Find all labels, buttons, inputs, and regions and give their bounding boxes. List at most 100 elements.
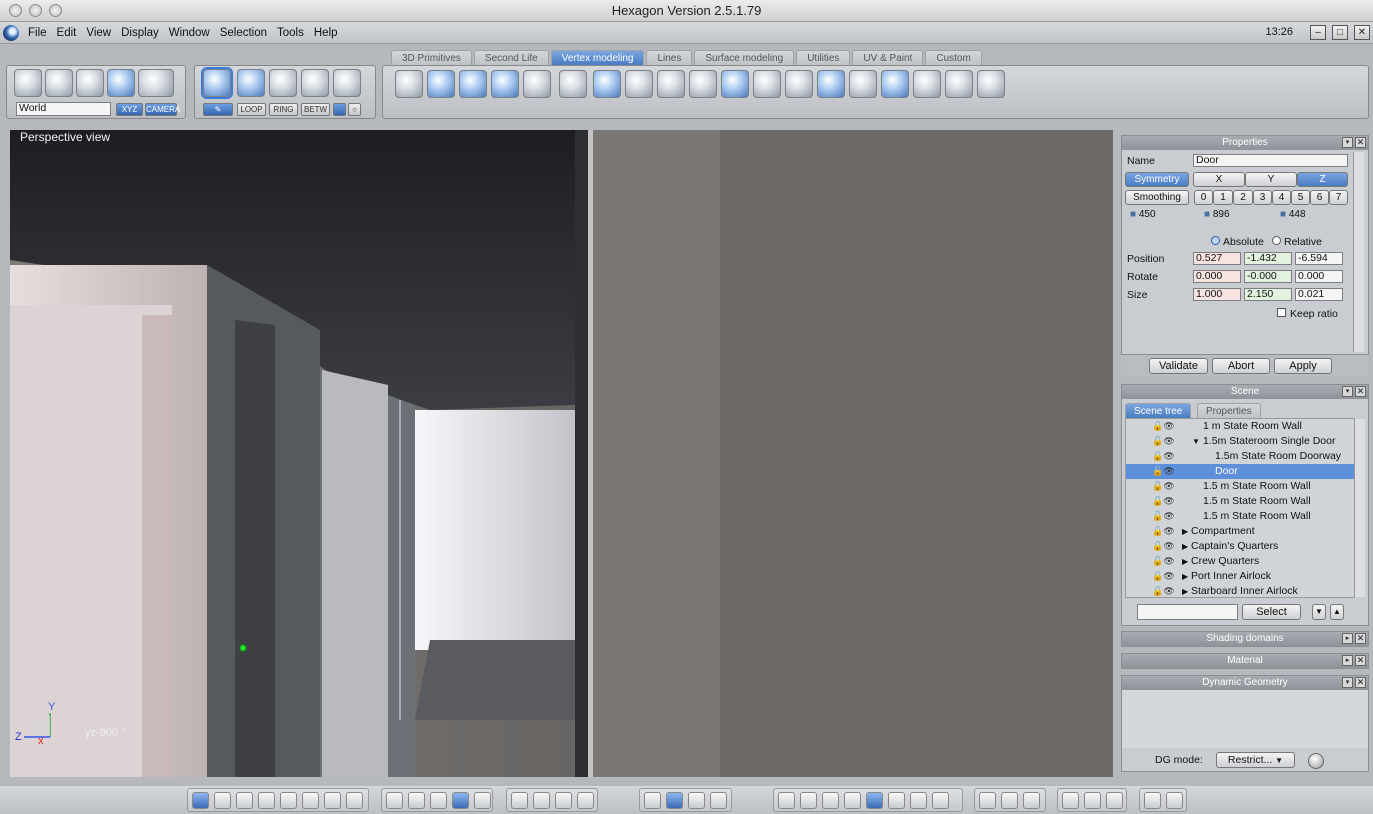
rotate-x-field[interactable]: 0.000 <box>1193 270 1241 283</box>
inset-icon[interactable] <box>523 70 551 98</box>
position-y-field[interactable]: -1.432 <box>1244 252 1292 265</box>
tree-item-selected[interactable]: 🔓👁 Door <box>1126 464 1354 479</box>
properties-scrollbar[interactable] <box>1353 152 1364 352</box>
smooth-wire-icon[interactable] <box>844 792 861 809</box>
slice-icon[interactable] <box>559 70 587 98</box>
sym-y-button[interactable]: Y <box>1245 172 1297 187</box>
vertical-split-icon[interactable] <box>346 792 363 809</box>
name-field[interactable]: Door <box>1193 154 1348 167</box>
dissolve-icon[interactable] <box>849 70 877 98</box>
camera-icon[interactable] <box>1166 792 1183 809</box>
expand-triangle-icon[interactable]: ▶ <box>1182 554 1188 569</box>
textured-icon[interactable] <box>888 792 905 809</box>
tree-item[interactable]: 🔓👁 ▶ Port Inner Airlock <box>1126 569 1354 584</box>
tree-item[interactable]: 🔓👁 ▶ Captain's Quarters <box>1126 539 1354 554</box>
weld-icon[interactable] <box>625 70 653 98</box>
sym-z-button[interactable]: Z <box>1297 172 1348 187</box>
paint-tool-icon[interactable] <box>913 70 941 98</box>
brush-select-icon[interactable]: ✎ <box>203 103 233 116</box>
dg-mode-select[interactable]: Restrict... ▼ <box>1216 752 1295 768</box>
position-z-field[interactable]: -6.594 <box>1295 252 1343 265</box>
smoothing-5[interactable]: 5 <box>1291 190 1310 205</box>
tessellate-icon[interactable] <box>593 70 621 98</box>
axis-icon[interactable] <box>644 792 661 809</box>
split-view-b-icon[interactable] <box>302 792 319 809</box>
menu-display[interactable]: Display <box>116 27 164 39</box>
loop-button[interactable]: LOOP <box>237 103 266 116</box>
rotate-z-field[interactable]: 0.000 <box>1295 270 1343 283</box>
extrude-icon[interactable] <box>395 70 423 98</box>
close-icon[interactable]: ✕ <box>1355 677 1366 688</box>
expand-triangle-icon[interactable]: ▶ <box>1182 524 1188 539</box>
expand-triangle-icon[interactable]: ▶ <box>1182 569 1188 584</box>
expand-triangle-icon[interactable]: ▶ <box>1182 584 1188 597</box>
tab-second-life[interactable]: Second Life <box>473 50 549 65</box>
tab-3d-primitives[interactable]: 3D Primitives <box>391 50 472 65</box>
close-icon[interactable]: ✕ <box>1355 633 1366 644</box>
size-z-field[interactable]: 0.021 <box>1295 288 1343 301</box>
close-window-icon[interactable] <box>9 4 22 17</box>
select-vertex-icon[interactable] <box>301 69 329 97</box>
collapse-icon[interactable]: ▾ <box>1342 386 1353 397</box>
universal-manipulator-icon[interactable] <box>138 69 174 97</box>
eye-icon[interactable] <box>577 792 594 809</box>
quad-view-icon[interactable] <box>214 792 231 809</box>
cube-tool-icon[interactable] <box>881 70 909 98</box>
scene-scrollbar[interactable] <box>1354 419 1365 597</box>
shadow-icon[interactable] <box>979 792 996 809</box>
collapse-icon[interactable]: ▾ <box>1342 137 1353 148</box>
xyz-button[interactable]: XYZ <box>116 103 143 116</box>
tab-custom[interactable]: Custom <box>925 50 982 65</box>
wireframe-icon[interactable] <box>778 792 795 809</box>
minimize-icon[interactable]: – <box>1310 25 1326 40</box>
tree-item[interactable]: 🔓👁 ▶ Starboard Inner Airlock <box>1126 584 1354 597</box>
relative-radio[interactable]: Relative <box>1272 236 1322 248</box>
arrow-up-icon[interactable]: ▲ <box>1330 604 1344 620</box>
smoothing-3[interactable]: 3 <box>1253 190 1272 205</box>
minimize-window-icon[interactable] <box>29 4 42 17</box>
face-extrude-icon[interactable] <box>427 70 455 98</box>
bridge-icon[interactable] <box>657 70 685 98</box>
tree-item[interactable]: 🔓👁 ▶ Crew Quarters <box>1126 554 1354 569</box>
absolute-radio[interactable]: Absolute <box>1211 236 1264 248</box>
zoom-icon[interactable] <box>555 792 572 809</box>
add-vertex-icon[interactable] <box>945 70 973 98</box>
symmetry-icon[interactable] <box>817 70 845 98</box>
close-icon[interactable]: ✕ <box>1355 137 1366 148</box>
box-display-icon[interactable] <box>1062 792 1079 809</box>
render-sphere-icon[interactable] <box>932 792 949 809</box>
arrow-down-icon[interactable]: ▼ <box>1312 604 1326 620</box>
orbit-icon[interactable] <box>688 792 705 809</box>
split-view-icon[interactable] <box>280 792 297 809</box>
rotate-icon[interactable] <box>76 69 104 97</box>
scale-icon[interactable] <box>107 69 135 97</box>
menu-window[interactable]: Window <box>164 27 215 39</box>
zoom-extents-icon[interactable] <box>511 792 528 809</box>
flat-shade-icon[interactable] <box>822 792 839 809</box>
smooth-shade-icon[interactable] <box>866 792 883 809</box>
expand-icon[interactable]: ▸ <box>1342 655 1353 666</box>
smoothing-0[interactable]: 0 <box>1194 190 1213 205</box>
select-auto-icon[interactable] <box>333 69 361 97</box>
material-panel[interactable]: Material ▸ ✕ <box>1121 653 1369 669</box>
expand-icon[interactable]: ▸ <box>1342 633 1353 644</box>
lasso-select-icon[interactable]: ○ <box>348 103 361 116</box>
wire-sphere-icon[interactable] <box>800 792 817 809</box>
select-button[interactable]: Select <box>1242 604 1301 620</box>
horizontal-split-icon[interactable] <box>324 792 341 809</box>
tree-item[interactable]: 🔓👁 1.5m State Room Doorway <box>1126 449 1354 464</box>
smoothing-2[interactable]: 2 <box>1233 190 1253 205</box>
tab-lines[interactable]: Lines <box>646 50 693 65</box>
grid-icon[interactable] <box>386 792 403 809</box>
render-icon[interactable] <box>1144 792 1161 809</box>
lights-icon[interactable] <box>910 792 927 809</box>
scene-search-input[interactable] <box>1137 604 1238 620</box>
menu-file[interactable]: File <box>23 27 52 39</box>
close-icon[interactable]: ✕ <box>1354 25 1370 40</box>
maximize-icon[interactable]: □ <box>1332 25 1348 40</box>
single-view-icon[interactable] <box>192 792 209 809</box>
menu-tools[interactable]: Tools <box>272 27 309 39</box>
collapse-icon[interactable]: ▾ <box>1342 677 1353 688</box>
pan-icon[interactable] <box>666 792 683 809</box>
tree-item[interactable]: 🔓👁 1.5 m State Room Wall <box>1126 509 1354 524</box>
